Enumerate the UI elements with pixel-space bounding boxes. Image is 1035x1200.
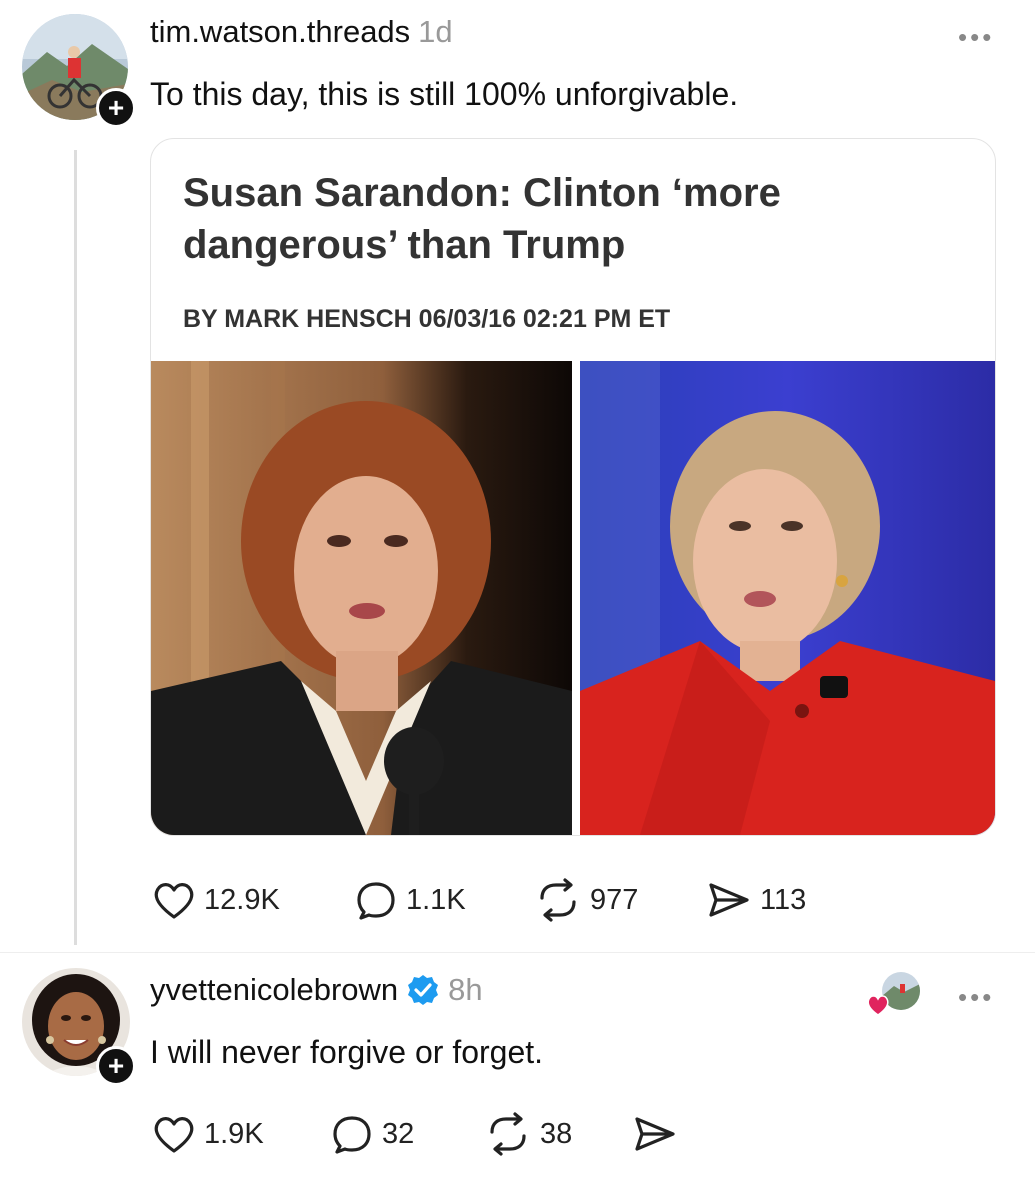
post-header: tim.watson.threads 1d [150, 14, 453, 50]
reply-text: I will never forgive or forget. [150, 1034, 544, 1070]
reply-count: 32 [382, 1117, 415, 1150]
like-count: 12.9K [204, 883, 280, 916]
repost-count: 977 [590, 883, 639, 916]
verified-icon [408, 975, 439, 1005]
reply-timestamp: 8h [448, 972, 483, 1007]
reply-icon [357, 882, 395, 920]
reply-icon [333, 1116, 371, 1154]
like-count: 1.9K [204, 1117, 264, 1150]
like-button[interactable]: 1.9K [152, 1114, 330, 1154]
card-photo-right [580, 361, 995, 835]
card-photo-left [151, 361, 572, 835]
post-text: To this day, this is still 100% unforgiv… [150, 76, 739, 112]
share-count: 113 [760, 883, 807, 916]
reply-button[interactable]: 1.1K [354, 879, 534, 921]
reply-actions: 1.9K 32 38 [152, 1112, 678, 1156]
heart-icon [154, 1117, 194, 1153]
reply-header: yvettenicolebrown 8h [150, 972, 483, 1008]
card-byline: BY MARK HENSCH 06/03/16 02:21 PM ET [183, 305, 671, 333]
post-timestamp: 1d [418, 14, 453, 49]
repost-button[interactable]: 38 [484, 1112, 632, 1156]
liked-by-avatar[interactable] [867, 972, 920, 1016]
share-icon [635, 1117, 675, 1151]
post-username[interactable]: tim.watson.threads [150, 14, 410, 50]
post-actions: 12.9K 1.1K 977 113 [152, 878, 806, 922]
reply-count: 1.1K [406, 883, 466, 916]
more-icon[interactable]: ••• [958, 22, 994, 53]
divider [0, 952, 1035, 953]
share-button[interactable] [632, 1114, 678, 1154]
thread-line [74, 150, 77, 945]
reply-username[interactable]: yvettenicolebrown [150, 972, 398, 1008]
link-preview-card[interactable]: Susan Sarandon: Clinton ‘more dangerous’… [150, 138, 996, 836]
share-button[interactable]: 113 [706, 880, 806, 920]
follow-plus-icon[interactable]: + [96, 88, 136, 128]
more-icon[interactable]: ••• [958, 982, 994, 1013]
repost-icon [540, 878, 576, 922]
share-icon [709, 883, 749, 917]
reply-button[interactable]: 32 [330, 1113, 484, 1155]
repost-count: 38 [540, 1117, 573, 1150]
heart-icon [154, 883, 194, 919]
repost-icon [490, 1112, 526, 1156]
repost-button[interactable]: 977 [534, 878, 706, 922]
heart-icon [867, 995, 889, 1016]
like-button[interactable]: 12.9K [152, 880, 354, 920]
follow-plus-icon[interactable]: + [96, 1046, 136, 1086]
card-headline: Susan Sarandon: Clinton ‘more dangerous’… [183, 171, 781, 267]
